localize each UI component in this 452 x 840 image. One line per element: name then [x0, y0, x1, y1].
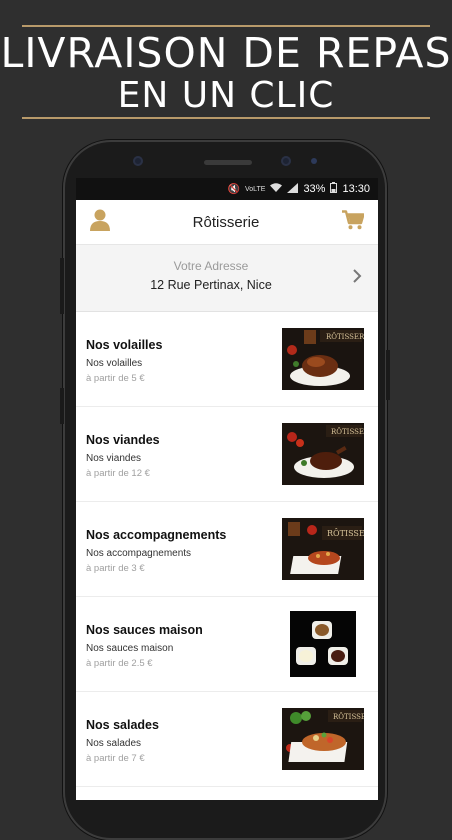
banner-bottom-line [22, 117, 430, 119]
svg-text:RÔTISSERIE: RÔTISSERIE [326, 332, 364, 341]
category-subtitle: Nos accompagnements [86, 548, 192, 559]
mute-icon: 🔇 [227, 183, 240, 195]
signal-icon [287, 182, 299, 196]
address-selector[interactable]: Votre Adresse 12 Rue Pertinax, Nice [76, 245, 378, 312]
category-title: Nos viandes [86, 433, 160, 447]
category-item-salades[interactable]: Nos salades Nos salades à partir de 7 € … [76, 692, 378, 787]
category-subtitle: Nos viandes [86, 453, 142, 464]
battery-icon [330, 182, 338, 196]
category-image-sauces [290, 611, 356, 677]
svg-text:RÔTISSE: RÔTISSE [333, 712, 364, 721]
category-subtitle: Nos sauces maison [86, 643, 174, 654]
category-price: à partir de 5 € [86, 373, 145, 384]
cart-icon[interactable] [342, 209, 365, 235]
wifi-icon [270, 182, 283, 196]
volume-button [60, 258, 64, 314]
banner-top-line [22, 25, 430, 27]
power-button [386, 350, 390, 400]
bixby-button [60, 388, 64, 424]
status-bar: 🔇 VoLTE 33% 13:30 [76, 178, 378, 200]
category-price: à partir de 7 € [86, 753, 145, 764]
category-title: Nos volailles [86, 338, 163, 352]
banner-subheadline: EN UN CLIC [117, 75, 335, 116]
category-item-accompagnements[interactable]: Nos accompagnements Nos accompagnements … [76, 502, 378, 597]
app-header: Rôtisserie [76, 200, 378, 245]
iris-sensor-icon [133, 156, 143, 166]
category-title: Nos salades [86, 718, 159, 732]
category-image-poultry: RÔTISSERIE [282, 328, 364, 390]
category-subtitle: Nos volailles [86, 358, 143, 369]
category-item-viandes[interactable]: Nos viandes Nos viandes à partir de 12 €… [76, 407, 378, 502]
earpiece-speaker [204, 160, 252, 165]
category-item-sauces[interactable]: Nos sauces maison Nos sauces maison à pa… [76, 597, 378, 692]
app-screen: 🔇 VoLTE 33% 13:30 Rôtisserie Votre Adres… [76, 178, 378, 800]
banner-headline: LIVRAISON DE REPAS [0, 29, 452, 77]
category-subtitle: Nos salades [86, 738, 142, 749]
category-price: à partir de 2.5 € [86, 658, 153, 669]
volte-label: VoLTE [244, 185, 266, 193]
chevron-right-icon[interactable] [348, 267, 366, 285]
clock: 13:30 [342, 183, 370, 195]
category-title: Nos accompagnements [86, 528, 227, 542]
category-image-sides: RÔTISSER [282, 518, 364, 580]
category-title: Nos sauces maison [86, 623, 203, 637]
svg-text:RÔTISSE: RÔTISSE [331, 427, 364, 436]
category-price: à partir de 12 € [86, 468, 150, 479]
category-price: à partir de 3 € [86, 563, 145, 574]
address-value: 12 Rue Pertinax, Nice [150, 278, 272, 292]
page-title: Rôtisserie [192, 213, 260, 231]
user-icon[interactable] [90, 209, 110, 236]
front-camera-icon [281, 156, 291, 166]
address-placeholder: Votre Adresse [173, 259, 249, 273]
category-item-volailles[interactable]: Nos volailles Nos volailles à partir de … [76, 312, 378, 407]
proximity-sensor [311, 158, 317, 164]
category-image-meat: RÔTISSE [282, 423, 364, 485]
battery-percent: 33% [303, 183, 326, 195]
svg-text:RÔTISSER: RÔTISSER [327, 529, 364, 538]
category-image-salads: RÔTISSE [282, 708, 364, 770]
